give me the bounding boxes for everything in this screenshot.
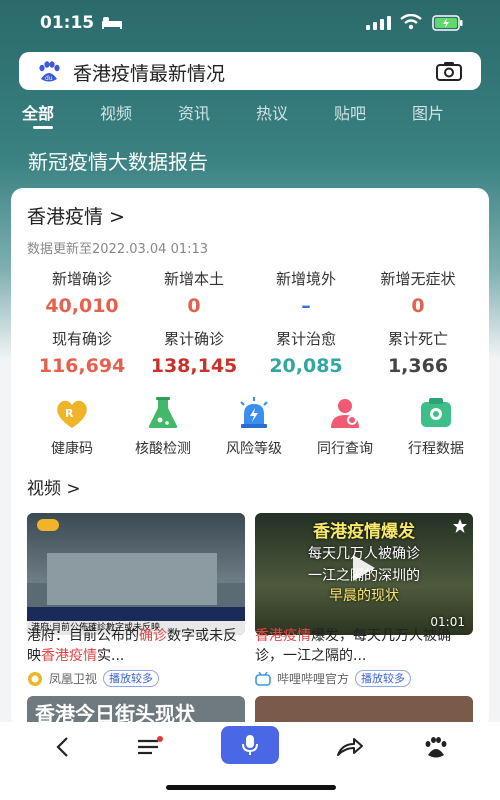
tab-images[interactable]: 图片 — [412, 100, 444, 124]
status-bar: 01:15 — [0, 0, 500, 46]
travel-companion-icon — [331, 399, 359, 428]
sleep-mode-icon — [102, 17, 122, 29]
share-icon[interactable] — [336, 736, 364, 758]
stat-new-confirmed: 新增确诊 40,010 — [22, 268, 142, 317]
mic-icon — [242, 735, 258, 755]
itinerary-shortcut[interactable]: 行程数据 — [391, 396, 481, 458]
title-highlight: 香港疫情 — [255, 628, 311, 644]
phoenix-source-icon — [28, 671, 42, 686]
stat-value: 138,145 — [150, 355, 238, 377]
stat-label: 累计治愈 — [275, 330, 336, 348]
stat-value: 20,085 — [269, 355, 343, 377]
covid-data-card: 香港疫情 > 数据更新至2022.03.04 01:13 新增确诊 40,010… — [11, 188, 489, 728]
stat-label: 新增无症状 — [380, 270, 456, 288]
flask-icon — [148, 397, 178, 428]
camera-icon[interactable] — [436, 61, 462, 81]
video-meta-2: 哔哩哔哩官方 播放较多 — [255, 670, 412, 687]
stat-total-confirmed: 累计确诊 138,145 — [134, 328, 254, 377]
nucleic-test-shortcut[interactable]: 核酸检测 — [118, 396, 208, 458]
title-text: 港府：目前公布的 — [27, 628, 139, 644]
stat-value: – — [301, 295, 311, 317]
news-ticker — [27, 607, 245, 621]
video-thumbnail-1[interactable]: 港府:目前公佈確診數字或未反映 — [27, 513, 245, 635]
stat-new-local: 新增本土 0 — [134, 268, 254, 317]
video-thumbnail-2[interactable]: 香港疫情爆发 每天几万人被确诊 一江之隔的深圳的 早晨的现状 01:01 — [255, 513, 473, 635]
stat-label: 新增本土 — [163, 270, 224, 288]
bilibili-source-icon — [255, 671, 271, 686]
health-code-icon: R — [57, 400, 87, 428]
stat-label: 现有确诊 — [51, 330, 112, 348]
stat-value: 40,010 — [45, 295, 119, 317]
popular-badge: 播放较多 — [103, 670, 160, 687]
health-code-shortcut[interactable]: R 健康码 — [27, 396, 117, 458]
feature-label: 健康码 — [51, 441, 93, 457]
tab-bar: 全部 视频 资讯 热议 贴吧 图片 — [0, 98, 500, 138]
home-indicator — [166, 785, 336, 790]
feature-label: 核酸检测 — [135, 441, 191, 457]
battery-icon — [432, 15, 463, 31]
stat-value: 0 — [187, 295, 201, 317]
stat-value: 116,694 — [38, 355, 126, 377]
tab-news[interactable]: 资讯 — [178, 100, 210, 124]
stat-value: 1,366 — [387, 355, 449, 377]
video-title-1[interactable]: 港府：目前公布的确诊数字或未反映香港疫情实... — [27, 626, 249, 666]
stat-label: 新增确诊 — [51, 270, 112, 288]
tab-tieba[interactable]: 贴吧 — [334, 100, 366, 124]
feature-label: 行程数据 — [408, 441, 464, 457]
risk-level-shortcut[interactable]: 风险等级 — [209, 396, 299, 458]
video-title-2[interactable]: 香港疫情爆发，每天几万人被确诊，一江之隔的... — [255, 626, 477, 666]
search-bar[interactable]: du 香港疫情最新情况 — [19, 52, 481, 90]
title-highlight: 确诊 — [139, 628, 167, 644]
wifi-icon — [400, 14, 422, 30]
stat-total-deaths: 累计死亡 1,366 — [358, 328, 478, 377]
stat-total-recovered: 累计治愈 20,085 — [246, 328, 366, 377]
update-timestamp: 数据更新至2022.03.04 01:13 — [27, 242, 209, 257]
menu-icon[interactable] — [136, 736, 164, 758]
svg-text:du: du — [45, 75, 53, 82]
video-meta-1: 凤凰卫视 播放较多 — [27, 670, 160, 687]
video-source[interactable]: 哔哩哔哩官方 — [277, 670, 349, 687]
stat-label: 新增境外 — [275, 270, 336, 288]
feature-label: 风险等级 — [226, 441, 282, 457]
stat-new-asymptomatic: 新增无症状 0 — [358, 268, 478, 317]
feature-label: 同行查询 — [317, 441, 373, 457]
overlay-line: 早晨的现状 — [329, 588, 399, 604]
phoenix-tv-logo — [37, 519, 59, 531]
tab-all[interactable]: 全部 — [22, 100, 54, 124]
videos-section-link[interactable]: 视频 > — [27, 474, 81, 499]
stat-value: 0 — [411, 295, 425, 317]
stat-label: 累计确诊 — [163, 330, 224, 348]
search-input[interactable]: 香港疫情最新情况 — [73, 59, 225, 86]
tab-video[interactable]: 视频 — [100, 100, 132, 124]
region-link[interactable]: 香港疫情 > — [27, 202, 125, 229]
stat-current-confirmed: 现有确诊 116,694 — [22, 328, 142, 377]
title-highlight: 香港疫情 — [41, 648, 97, 664]
voice-search-button[interactable] — [221, 726, 279, 764]
back-icon[interactable] — [54, 736, 72, 758]
alarm-light-icon — [240, 397, 268, 428]
status-time: 01:15 — [40, 13, 95, 33]
baidu-paw-icon: du — [39, 61, 60, 82]
signal-icon — [366, 16, 391, 30]
baidu-paw-icon[interactable] — [424, 736, 448, 758]
overlay-title: 香港疫情爆发 — [313, 522, 415, 542]
companion-query-shortcut[interactable]: 同行查询 — [300, 396, 390, 458]
popular-badge: 播放较多 — [355, 670, 412, 687]
title-text: 实... — [97, 648, 125, 664]
star-icon[interactable] — [453, 519, 467, 533]
active-tab-indicator — [33, 126, 53, 129]
report-title: 新冠疫情大数据报告 — [28, 150, 208, 174]
svg-text:R: R — [65, 407, 74, 420]
itinerary-icon — [421, 398, 451, 427]
stat-new-imported: 新增境外 – — [246, 268, 366, 317]
video-source[interactable]: 凤凰卫视 — [49, 670, 97, 687]
tab-discussion[interactable]: 热议 — [256, 100, 288, 124]
play-icon[interactable] — [351, 553, 377, 583]
stat-label: 累计死亡 — [387, 330, 448, 348]
thumb-facade — [47, 553, 217, 605]
